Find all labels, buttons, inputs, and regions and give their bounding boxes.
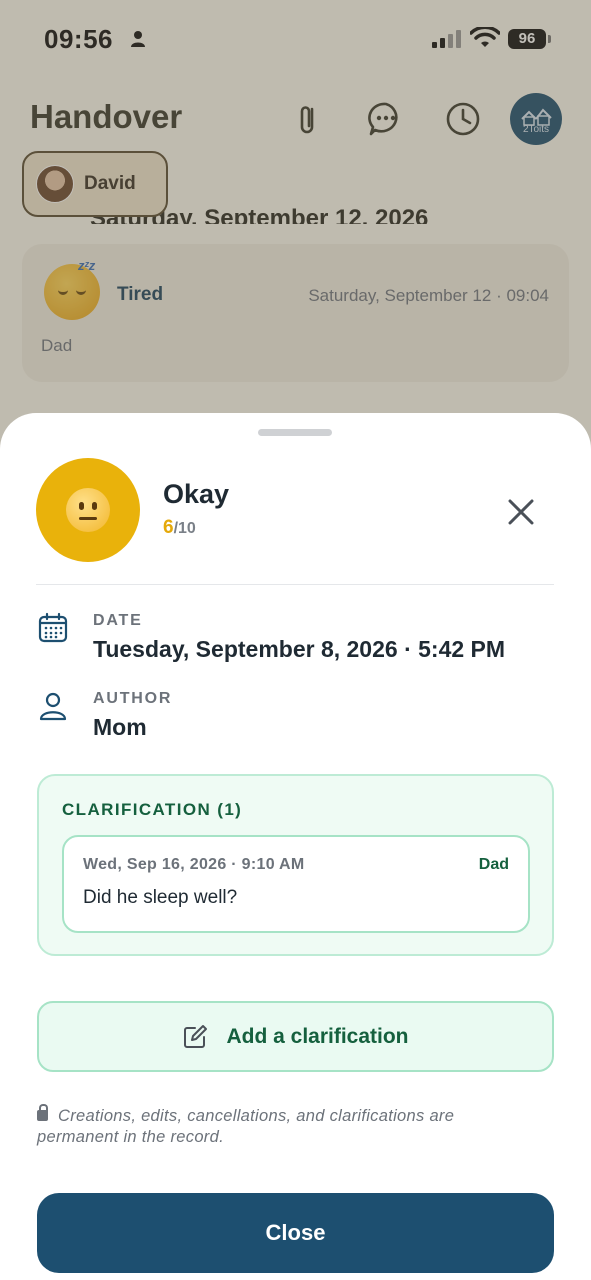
close-icon[interactable] bbox=[504, 495, 538, 529]
add-clarification-label: Add a clarification bbox=[226, 1024, 409, 1048]
mood-label: Okay bbox=[163, 479, 230, 509]
entry-detail-sheet: Okay 6/10 DATE Tuesday, September 8, 202… bbox=[0, 413, 591, 1280]
clarifications-title: CLARIFICATION (1) bbox=[62, 800, 243, 819]
close-button[interactable]: Close bbox=[37, 1193, 554, 1273]
mood-badge bbox=[36, 458, 140, 562]
author-value: Mom bbox=[93, 714, 147, 740]
person-icon bbox=[39, 692, 67, 721]
clarifications-section: CLARIFICATION (1) Wed, Sep 16, 2026 · 9:… bbox=[37, 774, 554, 956]
clarification-item: Wed, Sep 16, 2026 · 9:10 AM Dad Did he s… bbox=[62, 835, 530, 933]
calendar-icon bbox=[38, 612, 68, 643]
date-value: Tuesday, September 8, 2026 · 5:42 PM bbox=[93, 636, 506, 662]
lock-icon bbox=[37, 1104, 48, 1121]
permanence-notice: Creations, edits, cancellations, and cla… bbox=[37, 1104, 537, 1148]
clarification-text: Did he sleep well? bbox=[83, 887, 238, 908]
sheet-grabber[interactable] bbox=[258, 429, 332, 436]
clarification-date: Wed, Sep 16, 2026 · 9:10 AM bbox=[83, 856, 305, 873]
mood-score-value: 6 bbox=[163, 517, 174, 538]
author-label: AUTHOR bbox=[93, 690, 173, 707]
notice-text: Creations, edits, cancellations, and cla… bbox=[37, 1107, 455, 1146]
clarification-author: Dad bbox=[478, 856, 509, 873]
mood-score-max: /10 bbox=[173, 520, 196, 537]
mood-score: 6/10 bbox=[163, 517, 196, 539]
neutral-face-icon bbox=[66, 488, 110, 532]
add-clarification-button[interactable]: Add a clarification bbox=[37, 1001, 554, 1072]
date-label: DATE bbox=[93, 612, 143, 629]
divider bbox=[36, 584, 554, 585]
edit-icon bbox=[184, 1024, 208, 1048]
